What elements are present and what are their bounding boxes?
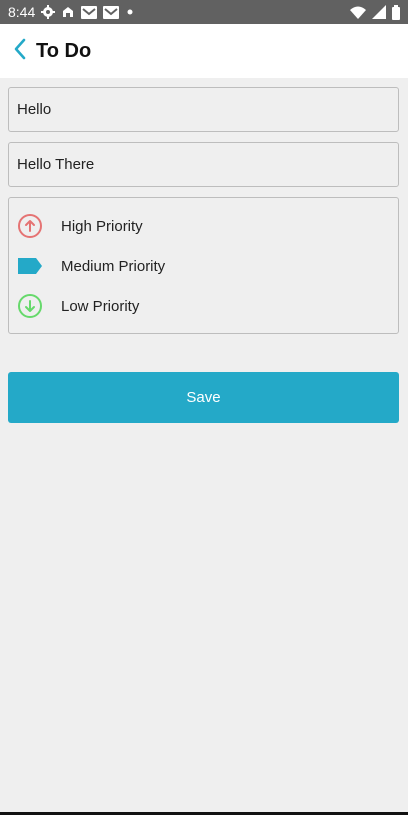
wifi-icon	[350, 6, 366, 19]
priority-label-low: Low Priority	[61, 297, 140, 315]
notification-icon	[61, 5, 75, 19]
mail-icon	[81, 5, 98, 19]
description-input[interactable]	[17, 156, 398, 173]
priority-option-medium[interactable]: Medium Priority	[17, 251, 165, 281]
dot-icon	[125, 7, 135, 17]
page-title: To Do	[36, 39, 92, 62]
arrow-down-circle-icon	[17, 293, 43, 319]
battery-icon	[392, 4, 400, 20]
save-button[interactable]: Save	[8, 372, 399, 423]
gear-icon	[41, 5, 56, 19]
tag-icon	[17, 253, 43, 279]
description-field[interactable]	[8, 142, 399, 187]
arrow-up-circle-icon	[17, 213, 43, 239]
signal-icon	[372, 5, 386, 19]
status-time: 8:44	[8, 4, 36, 20]
chevron-left-icon	[13, 38, 27, 65]
priority-option-low[interactable]: Low Priority	[17, 291, 139, 321]
back-button[interactable]	[2, 24, 38, 78]
mail-icon	[103, 5, 120, 19]
status-bar: 8:44	[0, 0, 408, 24]
priority-selector: High Priority Medium Priority Low Priori…	[8, 197, 399, 334]
priority-label-medium: Medium Priority	[61, 257, 166, 275]
title-field[interactable]	[8, 87, 399, 132]
priority-option-high[interactable]: High Priority	[17, 211, 143, 241]
status-left: 8:44	[8, 4, 135, 20]
title-input[interactable]	[17, 101, 398, 118]
priority-label-high: High Priority	[61, 217, 143, 235]
app-bar: To Do	[0, 24, 408, 78]
status-right	[350, 4, 400, 20]
